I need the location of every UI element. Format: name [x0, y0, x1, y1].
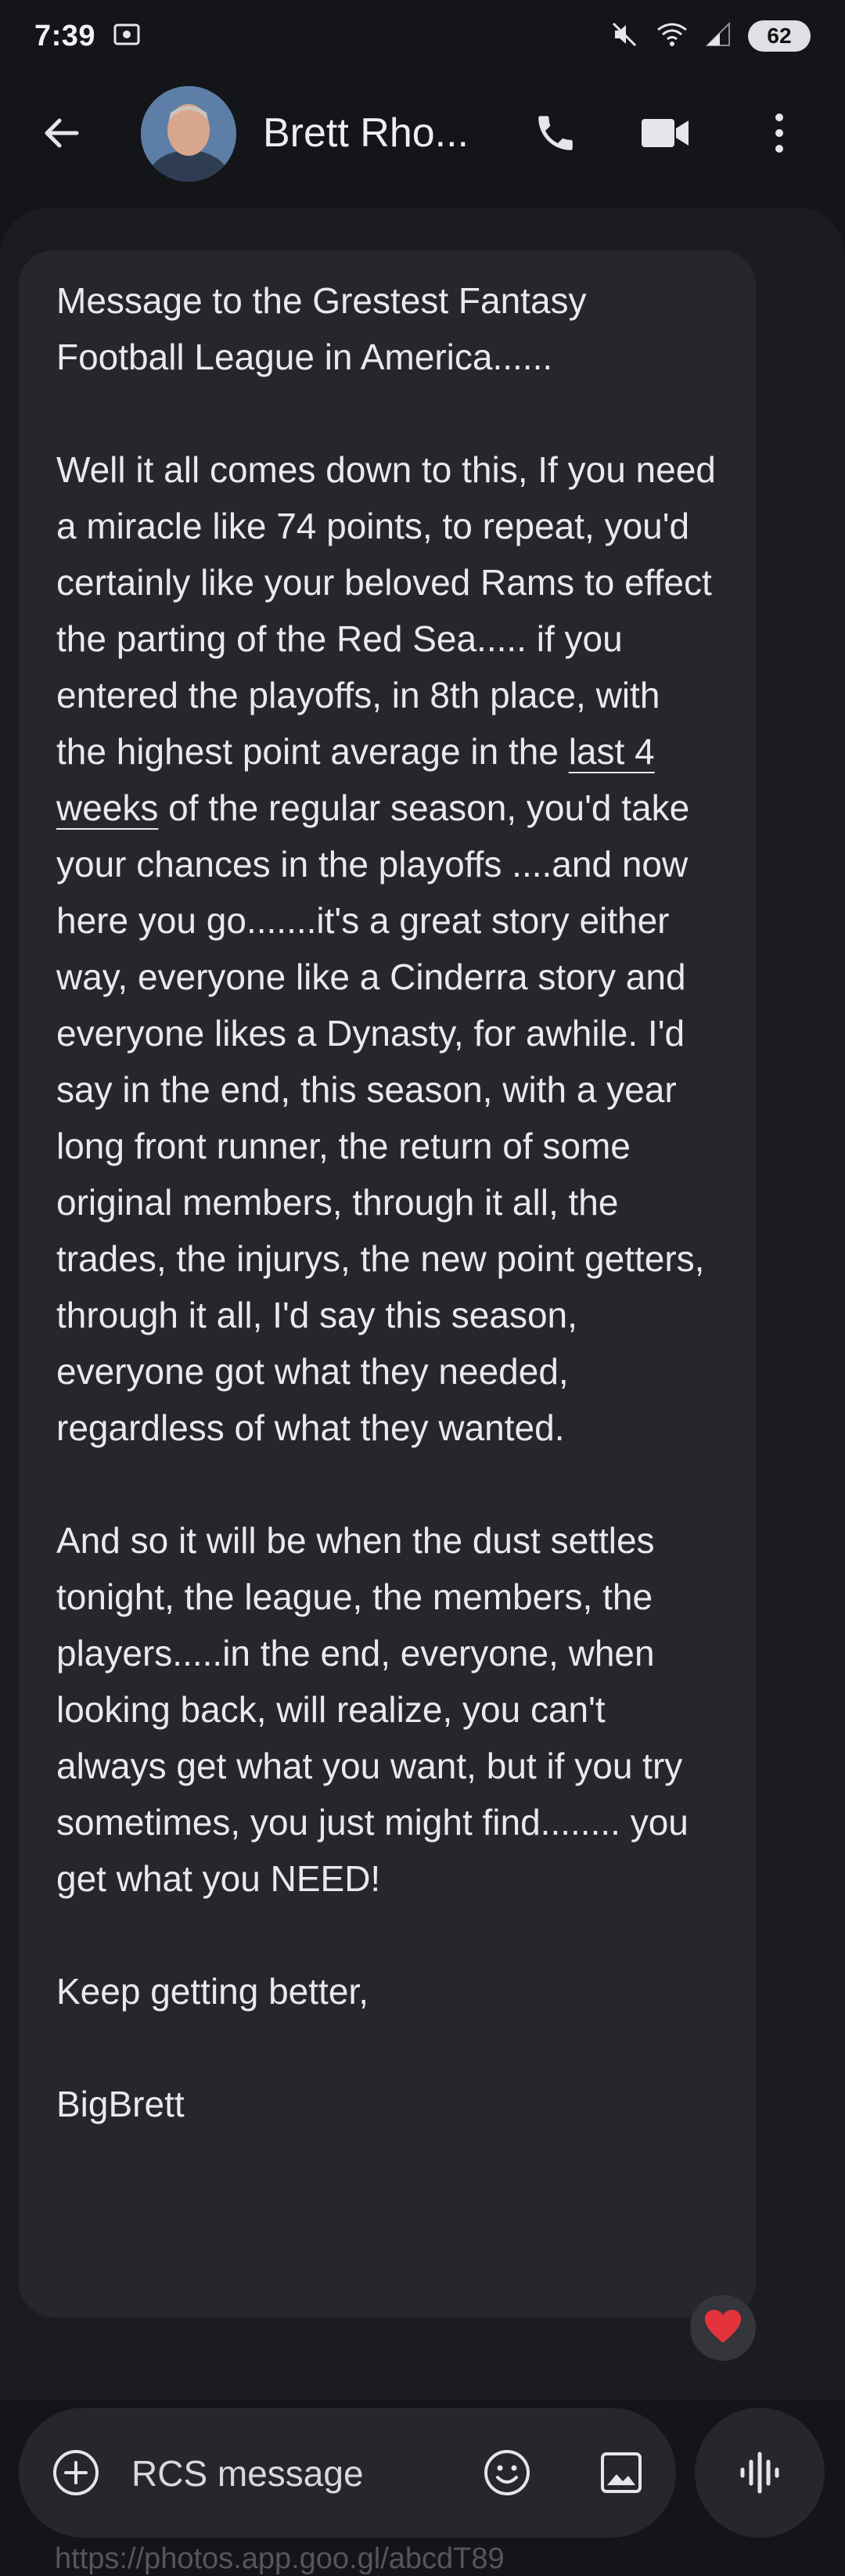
- contact-name[interactable]: Brett Rho...: [263, 110, 469, 157]
- emoji-button[interactable]: [479, 2444, 535, 2501]
- message-paragraph: Message to the Grestest Fantasy Football…: [56, 280, 587, 377]
- message-input[interactable]: [130, 2445, 469, 2502]
- more-vert-icon: [775, 113, 783, 153]
- more-options-button[interactable]: [751, 103, 807, 163]
- back-button[interactable]: [36, 108, 86, 158]
- message-bubble[interactable]: Message to the Grestest Fantasy Football…: [19, 250, 756, 2317]
- message-text: Well it all comes down to this, If you n…: [56, 449, 716, 772]
- battery-icon: 62: [748, 20, 811, 52]
- message-paragraph: Well it all comes down to this, If you n…: [56, 441, 718, 1456]
- mute-icon: [610, 20, 638, 52]
- signal-icon: [705, 21, 731, 51]
- message-paragraph: Keep getting better,: [56, 1971, 369, 2012]
- heart-icon: [703, 2308, 743, 2348]
- heart-reaction[interactable]: [690, 2295, 756, 2361]
- message-text: of the regular season, you'd take your c…: [56, 787, 705, 1448]
- screen-record-icon: [111, 19, 142, 54]
- add-icon: [53, 2450, 99, 2495]
- message-composer: [19, 2408, 676, 2538]
- wifi-icon: [656, 20, 689, 52]
- status-time: 7:39: [34, 19, 96, 52]
- phone-icon: [538, 116, 573, 150]
- video-camera-icon: [642, 119, 689, 147]
- conversation-header: Brett Rho...: [0, 72, 845, 196]
- voice-message-button[interactable]: [695, 2408, 825, 2538]
- voice-waveform-icon: [740, 2452, 779, 2494]
- back-arrow-icon: [45, 118, 79, 148]
- conversation-panel: Message to the Grestest Fantasy Football…: [0, 208, 845, 2400]
- message-paragraph: BigBrett: [56, 2084, 185, 2124]
- gallery-icon: [601, 2452, 642, 2493]
- call-button[interactable]: [526, 103, 585, 163]
- message-paragraph: And so it will be when the dust settles …: [56, 1520, 689, 1899]
- avatar[interactable]: [141, 86, 236, 182]
- status-bar: 7:39 62: [0, 0, 845, 72]
- video-call-button[interactable]: [635, 103, 695, 163]
- gallery-button[interactable]: [593, 2444, 649, 2501]
- add-attachment-button[interactable]: [50, 2447, 102, 2499]
- emoji-icon: [484, 2450, 530, 2495]
